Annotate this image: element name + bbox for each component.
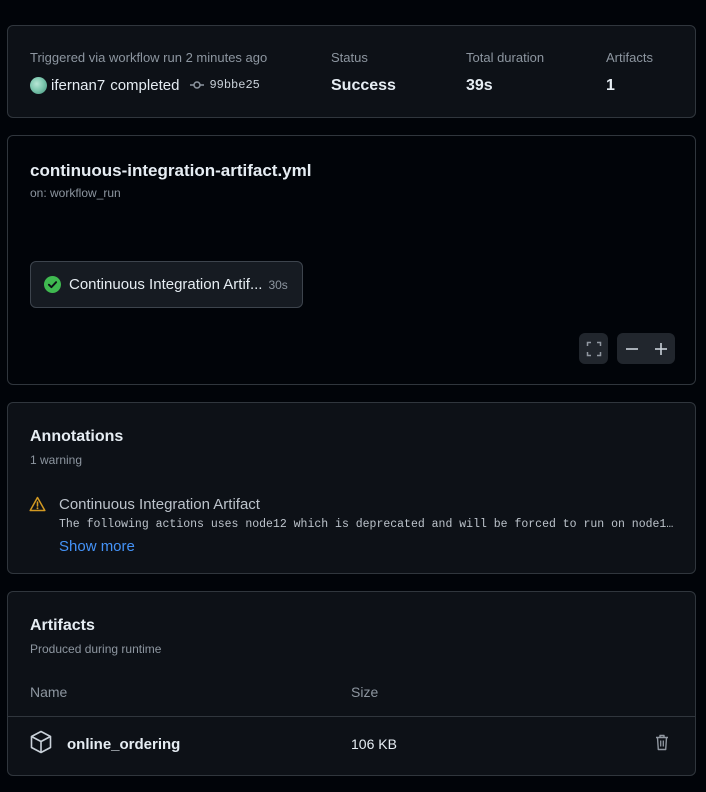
warning-icon	[29, 496, 46, 512]
zoom-in-icon	[654, 342, 667, 355]
artifact-name-link[interactable]: online_ordering	[67, 736, 180, 753]
column-header-name: Name	[30, 684, 68, 700]
annotation-message: The following actions uses node12 which …	[59, 518, 679, 531]
trigger-label: Triggered via workflow run 2 minutes ago	[30, 50, 268, 65]
artifact-size: 106 KB	[351, 736, 397, 752]
artifacts-count-column: Artifacts 1	[606, 50, 653, 96]
check-circle-icon	[44, 276, 61, 293]
zoom-in-button[interactable]	[646, 333, 675, 364]
artifacts-count-label: Artifacts	[606, 50, 653, 65]
artifacts-subtitle: Produced during runtime	[30, 642, 162, 656]
artifacts-card: Artifacts Produced during runtime Name S…	[7, 591, 696, 776]
status-column: Status Success	[331, 50, 396, 96]
zoom-out-button[interactable]	[617, 333, 646, 364]
actor-name[interactable]: ifernan7	[51, 77, 105, 94]
fullscreen-icon	[586, 341, 601, 356]
table-row: online_ordering 106 KB	[8, 717, 695, 775]
commit-link[interactable]: 99bbe25	[189, 77, 260, 93]
job-node[interactable]: Continuous Integration Artif... 30s	[30, 261, 303, 308]
artifacts-title: Artifacts	[30, 617, 95, 634]
job-name: Continuous Integration Artif...	[69, 276, 263, 293]
fit-view-button[interactable]	[579, 333, 608, 364]
zoom-controls	[617, 333, 675, 364]
git-commit-icon	[190, 81, 205, 89]
trigger-column: Triggered via workflow run 2 minutes ago…	[30, 50, 267, 95]
run-summary-card: Triggered via workflow run 2 minutes ago…	[7, 25, 696, 118]
package-icon	[30, 730, 52, 754]
workflow-graph-card: continuous-integration-artifact.yml on: …	[7, 135, 696, 385]
column-header-size: Size	[351, 684, 379, 700]
status-value: Success	[331, 77, 396, 94]
job-duration: 30s	[268, 277, 288, 292]
status-label: Status	[331, 50, 368, 65]
annotation-title[interactable]: Continuous Integration Artifact	[59, 496, 260, 513]
annotations-title: Annotations	[30, 428, 124, 445]
duration-column: Total duration 39s	[466, 50, 544, 96]
annotations-count: 1 warning	[30, 453, 83, 467]
show-more-link[interactable]: Show more	[59, 538, 135, 555]
annotations-card: Annotations 1 warning Continuous Integra…	[7, 402, 696, 574]
avatar[interactable]	[30, 76, 47, 94]
duration-value: 39s	[466, 77, 493, 94]
actor-line: ifernan7 completed 99bbe25	[30, 75, 267, 95]
commit-sha[interactable]: 99bbe25	[209, 78, 259, 92]
duration-label: Total duration	[466, 50, 545, 65]
zoom-out-icon	[625, 347, 638, 350]
artifacts-count-value[interactable]: 1	[606, 76, 653, 96]
run-action-text: completed	[110, 76, 180, 94]
workflow-file-title[interactable]: continuous-integration-artifact.yml	[30, 161, 311, 181]
workflow-trigger: on: workflow_run	[30, 186, 121, 200]
trash-icon[interactable]	[655, 734, 669, 751]
